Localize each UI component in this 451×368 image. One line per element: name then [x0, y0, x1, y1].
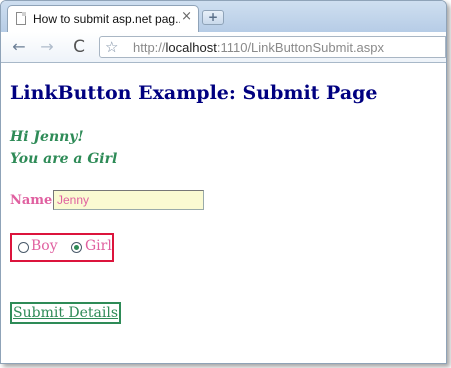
url-prefix: http://: [133, 40, 166, 55]
greeting-line-1: Hi Jenny!: [10, 129, 84, 145]
url-text[interactable]: http://localhost:1110/LinkButtonSubmit.a…: [133, 40, 384, 55]
radio-boy-label[interactable]: Boy: [31, 238, 58, 254]
forward-icon[interactable]: →: [37, 38, 57, 56]
url-path: :1110/LinkButtonSubmit.aspx: [216, 40, 385, 55]
browser-toolbar: ← → C ☆ http://localhost:1110/LinkButton…: [1, 32, 446, 63]
radio-girl[interactable]: [71, 242, 82, 253]
browser-window: How to submit asp.net pag... × + ← → C ☆…: [0, 0, 447, 364]
gender-radio-group: Boy Girl: [10, 233, 114, 262]
radio-boy[interactable]: [18, 242, 29, 253]
bookmark-star-icon[interactable]: ☆: [105, 37, 118, 57]
close-icon[interactable]: ×: [181, 9, 192, 24]
title-bar: How to submit asp.net pag... × +: [1, 1, 446, 32]
url-host: localhost: [165, 40, 217, 55]
tab-title: How to submit asp.net pag...: [33, 12, 180, 26]
new-tab-button[interactable]: +: [202, 10, 224, 25]
page-content: LinkButton Example: Submit Page Hi Jenny…: [1, 63, 446, 363]
address-bar[interactable]: ☆ http://localhost:1110/LinkButtonSubmit…: [99, 36, 446, 58]
submit-details-link[interactable]: Submit Details: [10, 302, 122, 324]
radio-girl-label[interactable]: Girl: [85, 238, 112, 254]
reload-icon[interactable]: C: [68, 37, 90, 57]
page-icon: [16, 12, 26, 25]
greeting-line-2: You are a Girl: [10, 151, 118, 167]
page-heading: LinkButton Example: Submit Page: [10, 82, 378, 104]
browser-tab[interactable]: How to submit asp.net pag... ×: [7, 5, 199, 32]
name-label: Name: [10, 193, 53, 208]
name-input[interactable]: [53, 190, 204, 210]
back-icon[interactable]: ←: [9, 38, 29, 56]
